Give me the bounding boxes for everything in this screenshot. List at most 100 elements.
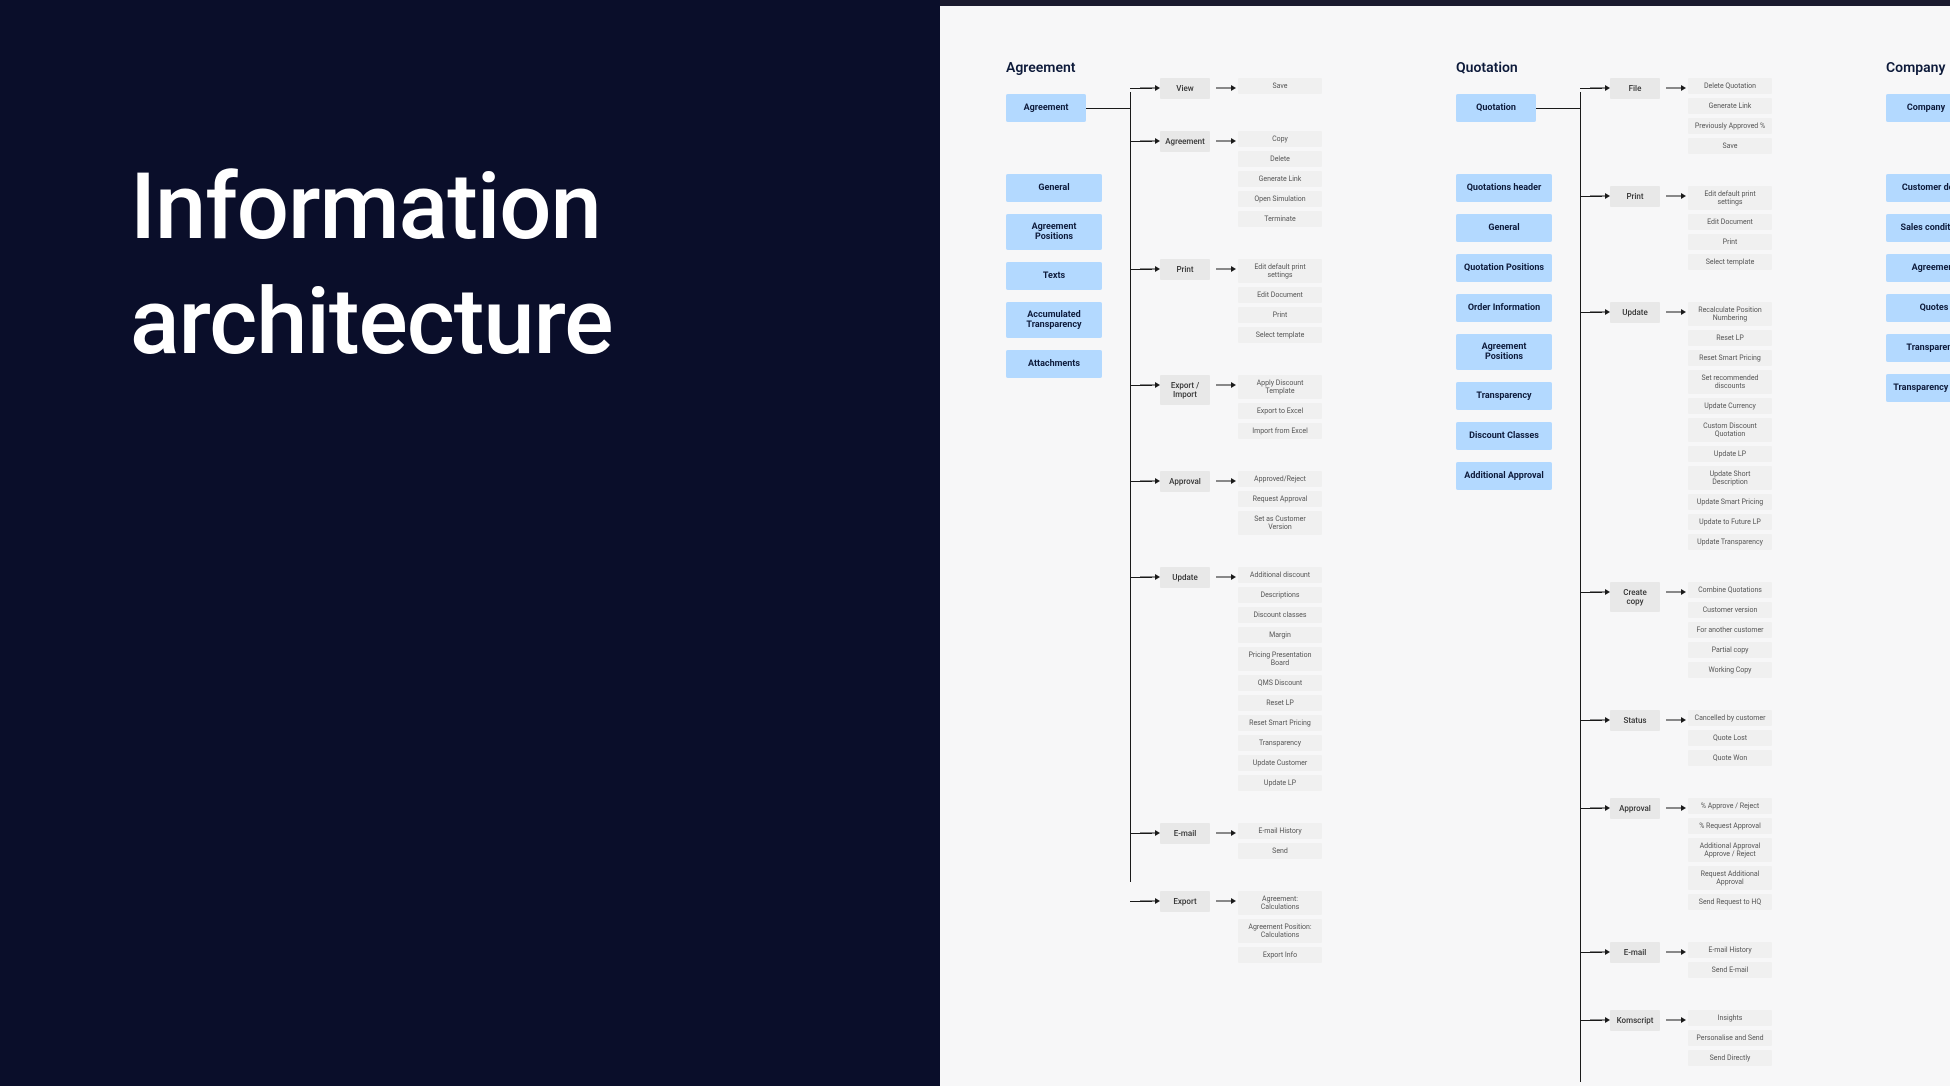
- quotation-side-item: Order Information: [1456, 294, 1552, 322]
- arrow-icon: [1588, 87, 1610, 89]
- arrow-icon: [1138, 268, 1160, 270]
- quotation-leaf: Quote Won: [1688, 750, 1772, 766]
- quotation-leaf: Set recommended discounts: [1688, 370, 1772, 394]
- quotation-leaf: Customer version: [1688, 602, 1772, 618]
- agreement-branch-label: Export / Import: [1160, 375, 1210, 405]
- quotation-leaf-list: InsightsPersonalise and SendSend Directl…: [1688, 1010, 1772, 1066]
- agreement-leaf: Generate Link: [1238, 171, 1322, 187]
- arrow-icon: [1214, 576, 1236, 578]
- agreement-root: Agreement: [1006, 94, 1086, 122]
- quotation-branch: E-mailE-mail HistorySend E-mail: [1580, 942, 1772, 978]
- arrow-icon: [1214, 480, 1236, 482]
- company-side-item: Transparency Graph: [1886, 374, 1950, 402]
- company-side-item: Quotes: [1886, 294, 1950, 322]
- arrow-icon: [1214, 87, 1236, 89]
- quotation-leaf: Update Smart Pricing: [1688, 494, 1772, 510]
- arrow-icon: [1664, 719, 1686, 721]
- agreement-branch-label: View: [1160, 78, 1210, 99]
- connector: [1086, 108, 1130, 109]
- arrow-icon: [1664, 1019, 1686, 1021]
- agreement-leaf: Update LP: [1238, 775, 1322, 791]
- quotation-leaf-list: Recalculate Position Numbering Reset LP Re…: [1688, 302, 1772, 550]
- agreement-branch: AgreementCopyDeleteGenerate LinkOpen Sim…: [1130, 131, 1322, 227]
- arrow-icon: [1214, 832, 1236, 834]
- arrow-icon: [1214, 140, 1236, 142]
- quotation-leaf: Cancelled by customer: [1688, 710, 1772, 726]
- quotation-leaf: Personalise and Send: [1688, 1030, 1772, 1046]
- company-root: Company: [1886, 94, 1950, 122]
- quotation-heading: Quotation: [1456, 60, 1552, 76]
- arrow-icon: [1588, 311, 1610, 313]
- quotation-leaf: Select template: [1688, 254, 1772, 270]
- quotation-leaf-list: Delete QuotationGenerate LinkPreviously …: [1688, 78, 1772, 154]
- quotation-branch-label: Status: [1610, 710, 1660, 731]
- agreement-side-item: Texts: [1006, 262, 1102, 290]
- quotation-leaf: Reset LP: [1688, 330, 1772, 346]
- agreement-leaf: Open Simulation: [1238, 191, 1322, 207]
- diagram-panel: Agreement Agreement GeneralAgreement Pos…: [940, 0, 1950, 1086]
- connector: [1536, 108, 1580, 109]
- agreement-leaf: Terminate: [1238, 211, 1322, 227]
- arrow-icon: [1214, 384, 1236, 386]
- agreement-branch: Export / Import Apply Discount TemplateEx…: [1130, 375, 1322, 439]
- arrow-icon: [1664, 591, 1686, 593]
- company-heading: Company: [1886, 60, 1950, 76]
- agreement-side-item: Agreement Positions: [1006, 214, 1102, 250]
- agreement-leaf: Save: [1238, 78, 1322, 94]
- quotation-branch: StatusCancelled by customerQuote LostQuo…: [1580, 710, 1772, 766]
- quotation-leaf: Update Short Description: [1688, 466, 1772, 490]
- arrow-icon: [1664, 311, 1686, 313]
- agreement-leaf-list: Save: [1238, 78, 1322, 94]
- quotation-leaf: % Request Approval: [1688, 818, 1772, 834]
- agreement-branch: ApprovalApproved/RejectRequest ApprovalS…: [1130, 471, 1322, 535]
- agreement-leaf: Request Approval: [1238, 491, 1322, 507]
- arrow-icon: [1664, 951, 1686, 953]
- agreement-leaf-list: Apply Discount TemplateExport to ExcelIm…: [1238, 375, 1322, 439]
- agreement-leaf: Print: [1238, 307, 1322, 323]
- agreement-leaf: Transparency: [1238, 735, 1322, 751]
- quotation-branch: UpdateRecalculate Position NumberingRese…: [1580, 302, 1772, 550]
- agreement-leaf-list: E-mail HistorySend: [1238, 823, 1322, 859]
- agreement-branch-label: Approval: [1160, 471, 1210, 492]
- quotation-branch: Approval% Approve / Reject% Request Appr…: [1580, 798, 1772, 910]
- quotation-leaf: Partial copy: [1688, 642, 1772, 658]
- quotation-side-list: Quotations headerGeneralQuotation Positi…: [1456, 174, 1552, 490]
- agreement-leaf: Update Customer: [1238, 755, 1322, 771]
- agreement-leaf: Descriptions: [1238, 587, 1322, 603]
- agreement-branch: PrintEdit default print settingsEdit Doc…: [1130, 259, 1322, 343]
- company-side-list: Customer detailSales conditionsAgreement…: [1886, 174, 1950, 402]
- agreement-branch: E-mail E-mail HistorySend: [1130, 823, 1322, 859]
- quotation-branch-label: Print: [1610, 186, 1660, 207]
- quotation-leaf: E-mail History: [1688, 942, 1772, 958]
- quotation-branch-label: Approval: [1610, 798, 1660, 819]
- quotation-side-item: Quotation Positions: [1456, 254, 1552, 282]
- quotation-side-item: Quotations header: [1456, 174, 1552, 202]
- quotation-leaf: Delete Quotation: [1688, 78, 1772, 94]
- arrow-icon: [1138, 900, 1160, 902]
- agreement-leaf: Additional discount: [1238, 567, 1322, 583]
- agreement-side-item: General: [1006, 174, 1102, 202]
- quotation-leaf: Combine Quotations: [1688, 582, 1772, 598]
- quotation-side-item: Agreement Positions: [1456, 334, 1552, 370]
- agreement-branch-label: E-mail: [1160, 823, 1210, 844]
- quotation-leaf: Print: [1688, 234, 1772, 250]
- quotation-leaf: Recalculate Position Numbering: [1688, 302, 1772, 326]
- quotation-leaf: Update to Future LP: [1688, 514, 1772, 530]
- agreement-leaf-list: CopyDeleteGenerate LinkOpen SimulationTe…: [1238, 131, 1322, 227]
- agreement-leaf: Select template: [1238, 327, 1322, 343]
- agreement-branch-label: Update: [1160, 567, 1210, 588]
- arrow-icon: [1588, 807, 1610, 809]
- quotation-side-item: Transparency: [1456, 382, 1552, 410]
- agreement-leaf: Apply Discount Template: [1238, 375, 1322, 399]
- quotation-leaf-list: Edit default print settingsEdit Document…: [1688, 186, 1772, 270]
- quotation-branch: PrintEdit default print settingsEdit Doc…: [1580, 186, 1772, 270]
- agreement-leaf: Set as Customer Version: [1238, 511, 1322, 535]
- quotation-root: Quotation: [1456, 94, 1536, 122]
- arrow-icon: [1214, 900, 1236, 902]
- agreement-side-item: Accumulated Transparency: [1006, 302, 1102, 338]
- quotation-leaf: Reset Smart Pricing: [1688, 350, 1772, 366]
- quotation-leaf: Update LP: [1688, 446, 1772, 462]
- quotation-branch-label: E-mail: [1610, 942, 1660, 963]
- agreement-leaf: Discount classes: [1238, 607, 1322, 623]
- agreement-side-item: Attachments: [1006, 350, 1102, 378]
